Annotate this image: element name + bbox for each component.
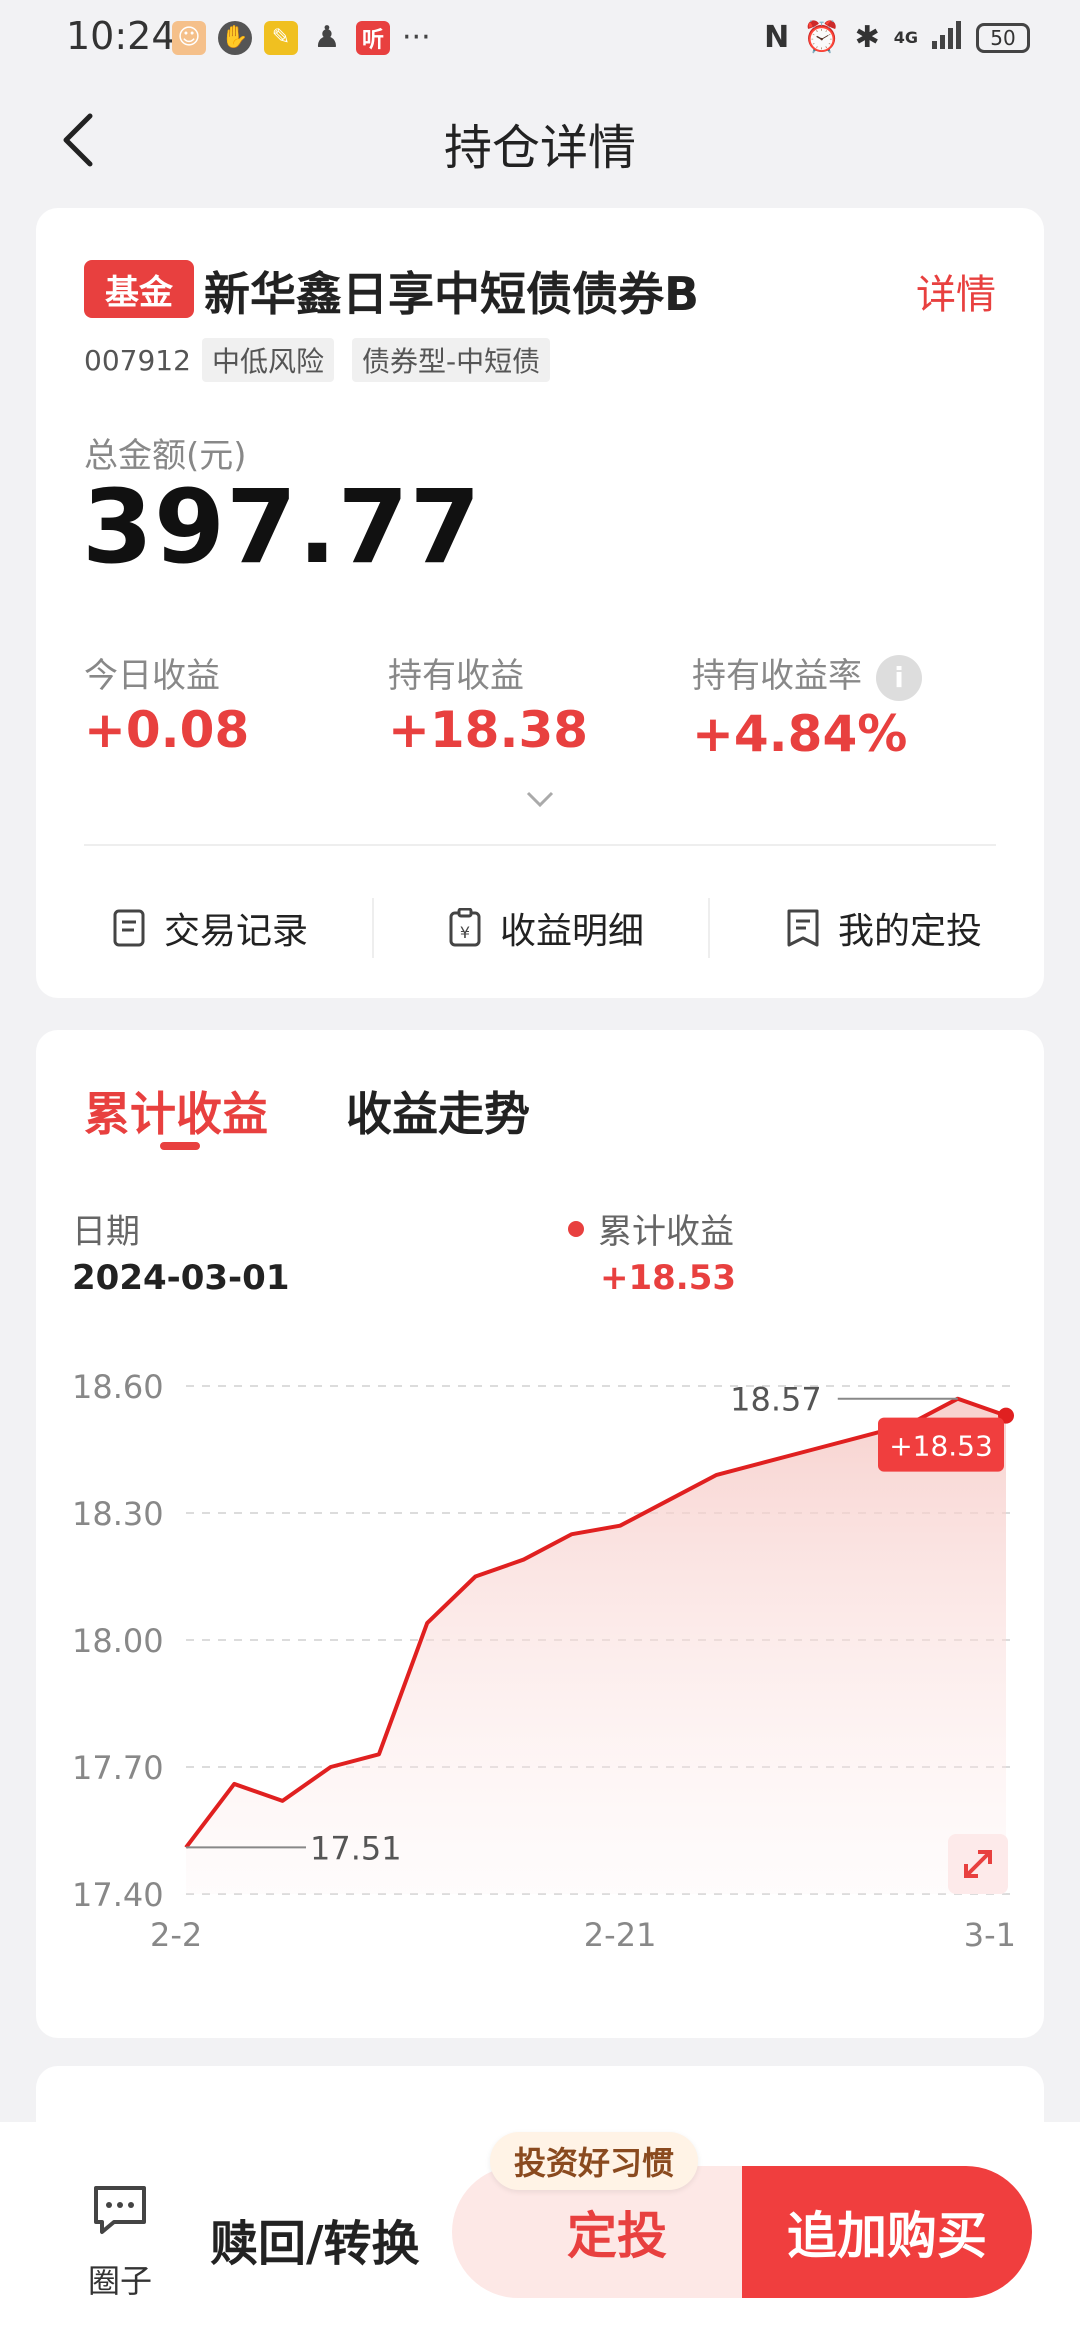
app-icon-2: ✎ <box>264 20 298 55</box>
nfc-icon: N <box>764 20 790 55</box>
today-earnings-value: +0.08 <box>84 701 250 759</box>
current-value-label: +18.53 <box>889 1430 993 1463</box>
earnings-details-label: 收益明细 <box>500 911 645 952</box>
my-sip-label: 我的定投 <box>838 911 983 952</box>
action-separator <box>372 898 374 958</box>
earnings-chart-card: 累计收益 收益走势 日期 2024-03-01 累计收益 +18.53 18.6… <box>36 1030 1044 2038</box>
shield-icon: ✋ <box>218 20 252 55</box>
document-icon <box>113 909 145 947</box>
expand-icon <box>964 1850 992 1878</box>
status-right-icons: N ⏰ ✱ 4G 50 <box>764 20 1030 55</box>
bottom-action-bar: 圈子 赎回/转换 定投 追加购买 投资好习惯 <box>0 2122 1080 2340</box>
holding-earnings-value: +18.38 <box>388 701 589 759</box>
qq-icon: ♟ <box>313 20 341 55</box>
bluetooth-icon: ✱ <box>854 20 880 55</box>
buy-more-button[interactable]: 追加购买 <box>742 2166 1032 2298</box>
y-tick-label: 18.30 <box>72 1495 164 1533</box>
transaction-records-label: 交易记录 <box>164 911 309 952</box>
fund-detail-link[interactable]: 详情 <box>916 262 996 320</box>
y-tick-label: 17.40 <box>72 1876 164 1914</box>
x-tick-label: 3-1 <box>964 1916 1016 1954</box>
clipboard-yen-icon: ¥ <box>449 908 481 947</box>
fund-type-badge: 基金 <box>84 260 194 318</box>
fund-name: 新华鑫日享中短债债券B <box>204 267 700 321</box>
category-tag: 债券型-中短债 <box>352 338 551 382</box>
y-tick-label: 18.00 <box>72 1622 164 1660</box>
status-notification-icons: ☺ ✋ ✎ ♟ 听 ··· <box>172 20 431 55</box>
divider <box>84 844 996 846</box>
nav-bar: 持仓详情 <box>0 90 1080 190</box>
document-list-icon <box>787 909 819 947</box>
min-value-label: 17.51 <box>310 1829 402 1867</box>
holding-earnings: 持有收益 +18.38 <box>388 648 588 759</box>
fullscreen-button[interactable] <box>948 1834 1008 1894</box>
earnings-details-button[interactable]: ¥ 收益明细 <box>448 888 644 968</box>
app-icon-1: ☺ <box>172 20 206 55</box>
battery-level: 50 <box>990 25 1016 50</box>
my-sip-button[interactable]: 我的定投 <box>786 888 982 968</box>
signal-icon <box>932 20 962 55</box>
redeem-convert-button[interactable]: 赎回/转换 <box>210 2204 420 2274</box>
info-icon[interactable]: i <box>876 654 922 701</box>
holding-summary-card: 基金 新华鑫日享中短债债券B 详情 007912 中低风险 债券型-中短债 总金… <box>36 208 1044 998</box>
holding-return-rate-value: +4.84% <box>692 704 908 763</box>
transaction-records-button[interactable]: 交易记录 <box>112 888 308 968</box>
x-tick-label: 2-2 <box>150 1916 202 1954</box>
sip-hint-bubble: 投资好习惯 <box>490 2132 699 2190</box>
community-icon[interactable] <box>90 2180 150 2244</box>
community-label[interactable]: 圈子 <box>88 2256 152 2302</box>
network-label: 4G <box>893 28 918 47</box>
holding-return-rate-label: 持有收益率 <box>692 656 862 696</box>
action-separator <box>708 898 710 958</box>
fund-code: 007912 <box>84 344 191 377</box>
area-fill <box>186 1398 1006 1894</box>
y-tick-label: 18.60 <box>72 1368 164 1406</box>
status-time: 10:24 <box>66 14 176 58</box>
more-notifications-icon: ··· <box>402 20 431 55</box>
max-value-label: 18.57 <box>730 1381 822 1419</box>
page-title: 持仓详情 <box>443 120 636 176</box>
expand-chevron-icon[interactable] <box>526 790 554 812</box>
today-earnings-label: 今日收益 <box>84 656 220 696</box>
cumulative-earnings-chart[interactable]: 18.60 18.30 18.00 17.70 17.402-2 2-21 3-1 17.51… <box>36 1030 1044 2038</box>
holding-earnings-label: 持有收益 <box>388 656 524 696</box>
y-tick-label: 17.70 <box>72 1749 164 1787</box>
status-bar: 10:24 ☺ ✋ ✎ ♟ 听 ··· N ⏰ ✱ 4G 50 <box>0 0 1080 80</box>
holding-return-rate-label-row: 持有收益率 i <box>692 648 922 701</box>
x-tick-label: 2-21 <box>584 1916 657 1954</box>
battery-icon: 50 <box>976 22 1030 53</box>
today-earnings: 今日收益 +0.08 <box>84 648 249 759</box>
total-amount-value: 397.77 <box>82 468 482 587</box>
holding-return-rate: 持有收益率 i +4.84% <box>692 648 922 763</box>
svg-text:¥: ¥ <box>460 923 470 942</box>
listen-icon: 听 <box>356 20 390 55</box>
risk-tag: 中低风险 <box>202 338 335 382</box>
alarm-icon: ⏰ <box>803 20 841 55</box>
